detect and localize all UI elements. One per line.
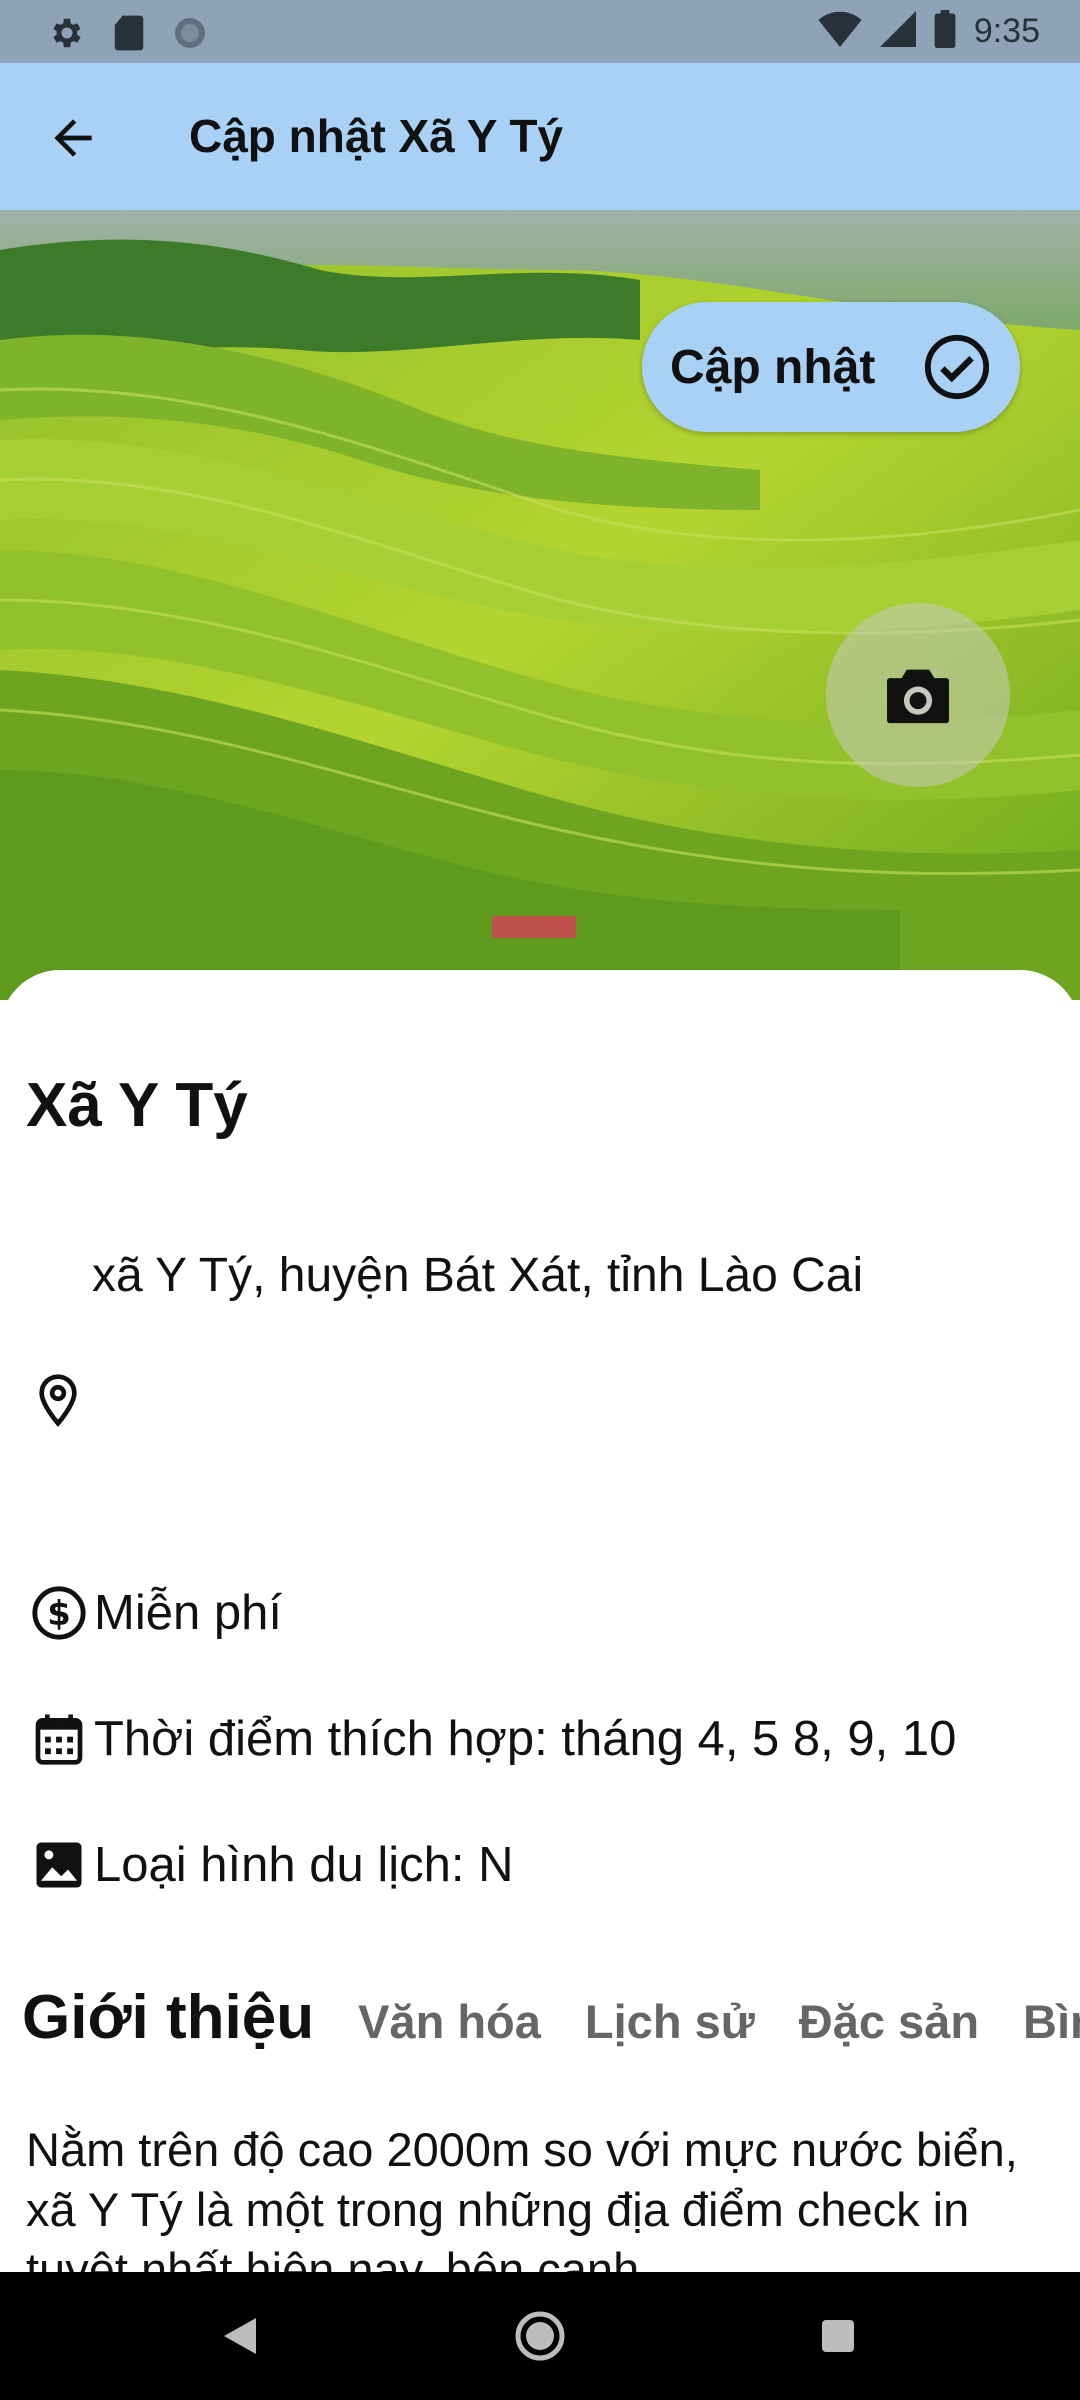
tab-van-hoa[interactable]: Văn hóa [358,1994,541,2049]
tourism-type-row: Loại hình du lịch: N [28,1834,514,1896]
place-address: xã Y Tý, huyện Bát Xát, tỉnh Lào Cai [92,1249,864,1302]
square-recents-icon [822,2320,854,2352]
tab-more[interactable]: Bìn [1023,1994,1080,2049]
price-row: $ Miễn phí [28,1582,282,1644]
update-button-label: Cập nhật [670,340,876,394]
location-pin-icon [30,1370,86,1435]
update-button[interactable]: Cập nhật [642,302,1020,432]
app-bar: Cập nhật Xã Y Tý [0,63,1080,210]
nav-home-button[interactable] [504,2300,576,2372]
system-nav-bar [0,2272,1080,2400]
gear-icon [48,14,86,57]
wifi-icon [818,11,862,52]
sync-icon [172,15,208,56]
hero-image: Cập nhật [0,210,1080,1000]
status-bar: 9:35 [0,0,1080,63]
price-text: Miễn phí [94,1586,282,1640]
tab-dac-san[interactable]: Đặc sản [799,1994,979,2049]
tab-lich-su[interactable]: Lịch sử [585,1994,755,2049]
tab-gioi-thieu[interactable]: Giới thiệu [22,1982,314,2053]
triangle-back-icon [224,2318,256,2354]
description-text: Nằm trên độ cao 2000m so với mực nước bi… [26,2123,1018,2272]
camera-button[interactable] [826,603,1010,787]
sd-card-icon [112,14,146,57]
place-name: Xã Y Tý [26,1071,248,1140]
dollar-icon: $ [28,1582,90,1644]
tourism-type-text: Loại hình du lịch: N [94,1838,514,1892]
check-circle-icon [922,332,992,402]
signal-icon [879,11,916,52]
best-time-row: Thời điểm thích hợp: tháng 4, 5 8, 9, 10 [28,1708,956,1770]
best-time-text: Thời điểm thích hợp: tháng 4, 5 8, 9, 10 [94,1712,957,1766]
camera-icon [887,669,949,724]
back-button[interactable] [40,107,106,169]
svg-text:$: $ [47,1594,71,1633]
calendar-icon [28,1708,90,1770]
content-tabs: Giới thiệu Văn hóa Lịch sử Đặc sản Bìn [22,1982,1080,2053]
page-title: Cập nhật Xã Y Tý [189,110,564,162]
arrow-back-icon [54,119,92,157]
detail-sheet: Xã Y Tý xã Y Tý, huyện Bát Xát, tỉnh Lào… [0,970,1080,2272]
image-icon [28,1834,90,1896]
nav-recents-button[interactable] [802,2300,874,2372]
battery-icon [934,10,956,53]
circle-home-icon [515,2311,565,2361]
status-time: 9:35 [973,12,1040,50]
nav-back-button[interactable] [204,2300,276,2372]
